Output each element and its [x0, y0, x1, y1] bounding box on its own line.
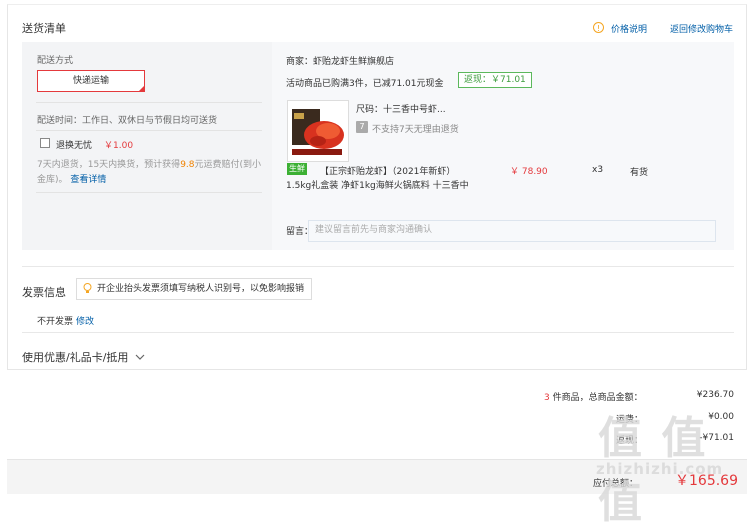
memo-input[interactable]: 建议留言前先与商家沟通确认	[308, 220, 716, 242]
bulb-icon	[83, 283, 92, 293]
back-to-cart-link[interactable]: 返回修改购物车	[670, 22, 733, 35]
view-details-link[interactable]: 查看详情	[70, 175, 106, 185]
shipment-panel: 配送方式 快递运输 配送时间：工作日、双休日与节假日均可送货 退换无忧 ￥1.0…	[22, 42, 734, 250]
worry-free-desc-3: 金库)。	[37, 175, 68, 185]
shipping-method-label: 配送方式	[37, 56, 74, 66]
worry-free-desc-1: 7天内退货，15天内换货，预计获得	[37, 160, 181, 170]
price-note-link[interactable]: 价格说明	[611, 22, 647, 35]
shipping-option-express[interactable]: 快递运输	[37, 70, 145, 92]
divider	[36, 130, 262, 131]
total-value: ¥236.70	[696, 390, 734, 400]
size-label: 尺码：十三香中号虾...	[356, 105, 446, 115]
worry-free-desc-2: 元运费赔付(到小	[194, 160, 262, 170]
fresh-tag-label: 生鲜	[289, 164, 305, 173]
chevron-down-icon	[135, 354, 145, 360]
invoice-tooltip-text: 开企业抬头发票须填写纳税人识别号，以免影响报销	[97, 284, 305, 294]
stock-status: 有货	[630, 168, 649, 178]
merchant-name: 商家：虾贻龙虾生鲜旗舰店	[286, 57, 395, 67]
shipping-option-label: 快递运输	[72, 76, 109, 86]
no-return-icon: 7	[356, 121, 368, 133]
invoice-title: 发票信息	[22, 286, 66, 299]
divider	[36, 102, 262, 103]
fresh-tag: 生鲜	[287, 163, 307, 175]
invoice-tooltip: 开企业抬头发票须填写纳税人识别号，以免影响报销	[76, 278, 312, 300]
promo-text: 活动商品已购满3件，已减71.01元现金	[286, 79, 444, 89]
delivery-section-title: 送货清单	[22, 22, 66, 35]
invoice-status: 不开发票	[37, 317, 74, 327]
item-count: 3	[544, 393, 550, 403]
worry-free-price: ￥1.00	[104, 141, 134, 151]
product-name-line-1[interactable]: 【正宗虾贻龙虾】（2021年新虾）	[320, 164, 455, 177]
coupon-title: 使用优惠/礼品卡/抵用	[22, 351, 129, 364]
worry-free-label: 退换无忧	[56, 141, 93, 151]
product-image[interactable]	[287, 100, 349, 162]
worry-free-checkbox[interactable]	[40, 138, 50, 148]
cashback-badge: 返现：￥71.01	[458, 72, 532, 88]
worry-free-description: 7天内退货，15天内换货，预计获得9.8元运费赔付(到小 金库)。 查看详情	[37, 158, 267, 188]
divider	[22, 266, 734, 267]
delivery-time: 配送时间：工作日、双休日与节假日均可送货	[37, 116, 218, 126]
product-price: ￥ 78.90	[510, 167, 548, 177]
product-photo-icon	[288, 101, 348, 161]
watermark-site: zhizhizhi.com	[596, 460, 724, 478]
product-quantity: x3	[592, 165, 604, 175]
order-items-column: 商家：虾贻龙虾生鲜旗舰店 活动商品已购满3件，已减71.01元现金 返现：￥71…	[272, 42, 734, 250]
no-return-text: 不支持7天无理由退货	[372, 125, 459, 135]
divider	[36, 192, 262, 193]
product-name-line-2[interactable]: 1.5kg礼盒装 净虾1kg海鲜火锅底料 十三香中	[286, 178, 469, 191]
worry-free-amount: 9.8	[180, 160, 195, 170]
coupon-toggle[interactable]: 使用优惠/礼品卡/抵用	[22, 349, 145, 365]
shipping-options-column: 配送方式 快递运输 配送时间：工作日、双休日与节假日均可送货 退换无忧 ￥1.0…	[22, 42, 270, 250]
info-icon: !	[593, 22, 604, 33]
selected-corner-icon	[138, 85, 145, 92]
invoice-modify-link[interactable]: 修改	[76, 314, 94, 327]
divider	[22, 332, 734, 333]
